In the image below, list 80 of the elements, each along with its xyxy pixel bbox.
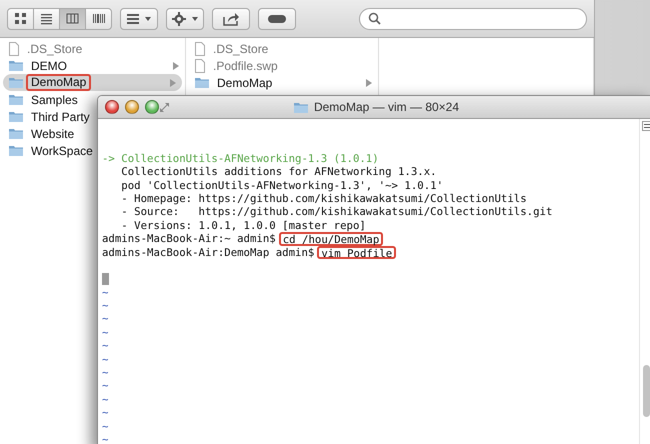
folder-icon (292, 100, 309, 114)
fullscreen-icon (159, 102, 170, 112)
file-row[interactable]: Samples (8, 92, 81, 106)
folder-icon (8, 144, 24, 157)
file-row[interactable]: .Podfile.swp (194, 58, 281, 72)
empty-line-marker: ~ (102, 420, 108, 433)
terminal-line: - Homepage: https://github.com/kishikawakatsumi/CollectionUtils (120, 192, 527, 206)
terminal-line: pod 'CollectionUtils-AFNetworking-1.3', '~> 1.0.1' (120, 178, 444, 192)
file-name: DEMO (30, 58, 68, 72)
pill-icon (267, 14, 287, 24)
squares-icon (14, 12, 28, 25)
file-row[interactable]: DemoMap (194, 76, 276, 90)
empty-line-marker: ~ (102, 366, 108, 380)
view-mode-button[interactable] (59, 8, 86, 30)
columns-icon (66, 12, 80, 25)
window-title: DemoMap — vim — 80×24 (314, 100, 460, 114)
file-name: WorkSpace (30, 144, 94, 158)
empty-line-marker: ~ (102, 312, 108, 326)
view-mode-button[interactable] (33, 8, 60, 30)
document-icon (194, 42, 206, 56)
shell-command: vim Podfile (317, 246, 396, 259)
zoom-button[interactable] (145, 100, 159, 114)
empty-line-marker: ~ (102, 326, 108, 340)
empty-line-marker: ~ (102, 406, 108, 420)
document-icon (8, 42, 20, 56)
file-name: .DS_Store (212, 42, 270, 56)
search-field[interactable] (359, 8, 587, 30)
action-button[interactable] (166, 8, 204, 30)
file-row[interactable]: DemoMap (3, 74, 182, 91)
folder-icon (8, 76, 24, 89)
empty-line-marker: ~ (102, 299, 108, 312)
empty-line-marker: ~ (102, 352, 108, 366)
empty-line-marker: ~ (102, 392, 108, 406)
minimize-button[interactable] (125, 100, 139, 114)
empty-line-marker: ~ (102, 379, 108, 393)
document-icon (194, 58, 206, 72)
empty-line-marker: ~ (102, 432, 108, 444)
shell-command: cd /hou/DemoMap (278, 232, 384, 246)
shell-prompt: admins-MacBook-Air:DemoMap admin$ (102, 246, 314, 259)
terminal-line: -> CollectionUtils-AFNetworking-1.3 (1.0.1) (102, 152, 379, 166)
view-mode-button[interactable] (85, 8, 112, 30)
list-icon (40, 12, 54, 25)
caret-icon (190, 14, 200, 22)
folder-icon (8, 59, 24, 72)
share-button[interactable] (212, 8, 250, 30)
file-name: DemoMap (26, 74, 92, 91)
terminal-line: - Versions: 1.0.1, 1.0.0 [master repo] (120, 218, 366, 232)
caret-icon (142, 14, 152, 22)
folder-icon (8, 110, 24, 123)
view-mode-button[interactable] (7, 8, 34, 30)
gear-icon (170, 10, 186, 26)
folder-icon (8, 93, 24, 106)
file-name: .DS_Store (26, 42, 84, 56)
grid-icon (126, 12, 140, 24)
terminal-line: CollectionUtils additions for AFNetworking 1.3.x. (120, 165, 437, 179)
empty-line-marker: ~ (102, 339, 108, 353)
file-row[interactable]: Website (8, 126, 78, 140)
file-name: .Podfile.swp (212, 58, 279, 72)
toggle-button[interactable] (258, 8, 296, 30)
file-name: Third Party (30, 110, 91, 124)
bars-icon (92, 12, 106, 25)
scrollbar-thumb[interactable] (643, 365, 650, 417)
file-name: DemoMap (216, 76, 274, 90)
share-icon (222, 12, 240, 26)
file-row[interactable]: Third Party (8, 110, 93, 124)
arrange-button[interactable] (120, 8, 158, 30)
text-cursor (102, 273, 109, 286)
file-row[interactable]: DEMO (8, 58, 70, 72)
terminal-line: - Source: https://github.com/kishikawakatsumi/CollectionUtils.git (120, 205, 552, 219)
shell-prompt: admins-MacBook-Air:~ admin$ (102, 232, 276, 246)
close-button[interactable] (105, 100, 119, 114)
file-row[interactable]: WorkSpace (8, 144, 96, 158)
folder-icon (8, 127, 24, 140)
file-row[interactable]: .DS_Store (8, 42, 86, 56)
file-row[interactable]: .DS_Store (194, 42, 272, 56)
file-name: Samples (30, 92, 79, 106)
file-name: Website (30, 126, 76, 140)
folder-icon (194, 76, 210, 89)
search-icon (368, 12, 381, 25)
empty-line-marker: ~ (102, 286, 108, 300)
